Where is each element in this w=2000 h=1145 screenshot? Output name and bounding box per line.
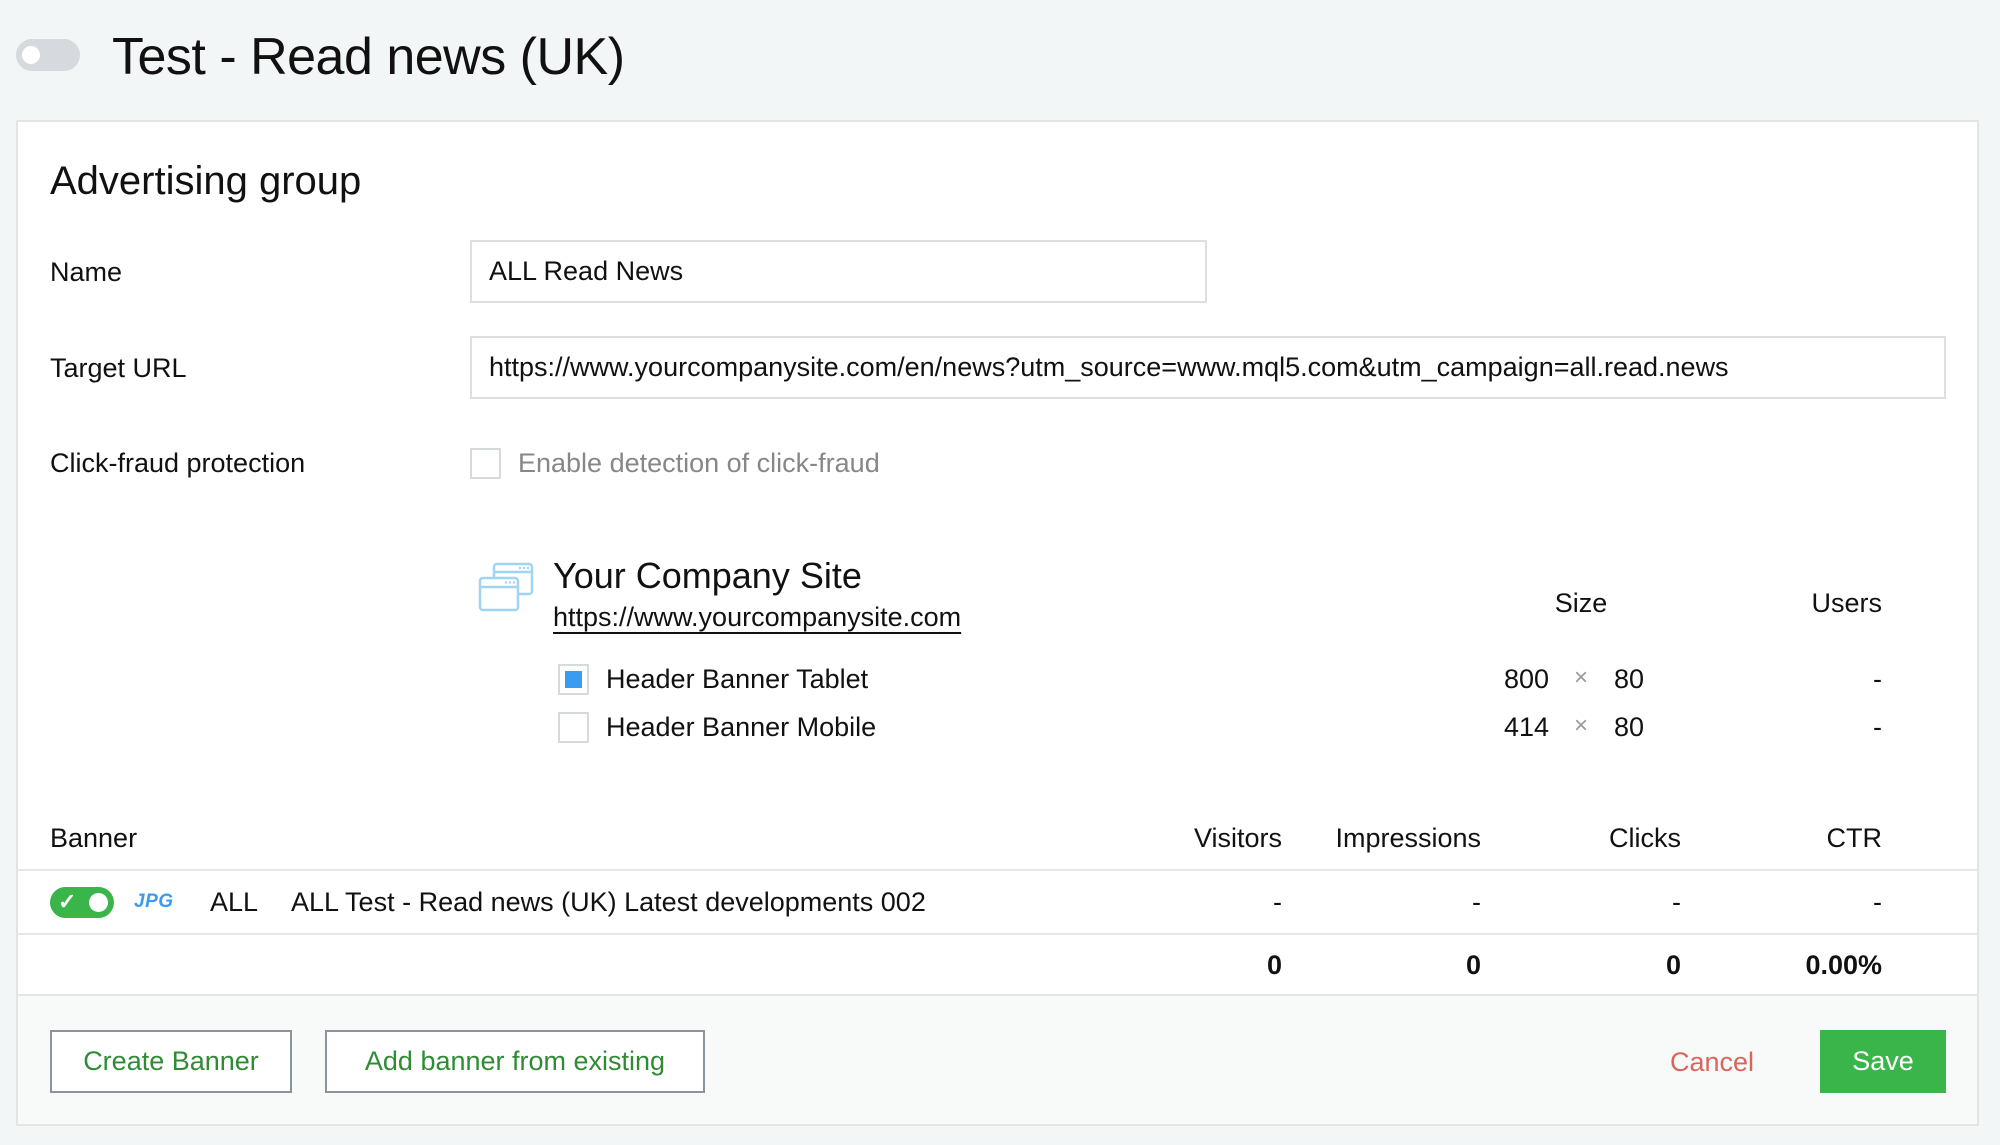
- banner-scope: ALL: [210, 887, 259, 917]
- visitors-column-header: Visitors: [1193, 823, 1282, 853]
- placement-height: 80: [1614, 664, 1645, 694]
- times-icon: ×: [1574, 712, 1589, 739]
- ctr-column-header: CTR: [1826, 823, 1883, 853]
- toggle-knob: [22, 46, 40, 64]
- campaign-toggle[interactable]: [16, 39, 80, 71]
- size-column-header: Size: [1554, 588, 1608, 618]
- placement-label: Header Banner Tablet: [606, 664, 869, 694]
- save-button[interactable]: Save: [1820, 1030, 1946, 1093]
- table-divider: [18, 869, 1977, 871]
- placement-checkbox-tablet[interactable]: [558, 664, 589, 695]
- check-icon: ✓: [58, 889, 77, 914]
- browser-windows-icon: [478, 562, 534, 612]
- click-fraud-checkbox-label[interactable]: Enable detection of click-fraud: [518, 446, 880, 480]
- banner-impressions: -: [1472, 887, 1481, 917]
- users-column-header: Users: [1811, 588, 1882, 618]
- clicks-column-header: Clicks: [1609, 823, 1681, 853]
- total-ctr: 0.00%: [1805, 950, 1882, 980]
- page-title: Test - Read news (UK): [112, 28, 625, 86]
- placement-width: 414: [1503, 712, 1549, 742]
- placement-users: -: [1873, 664, 1882, 694]
- section-title: Advertising group: [50, 159, 362, 203]
- name-input[interactable]: [470, 240, 1207, 303]
- total-clicks: 0: [1665, 950, 1681, 980]
- site-name: Your Company Site: [553, 555, 862, 596]
- add-banner-from-existing-button[interactable]: Add banner from existing: [325, 1030, 705, 1093]
- placement-users: -: [1873, 712, 1882, 742]
- click-fraud-label: Click-fraud protection: [50, 448, 306, 478]
- placement-checkbox-mobile[interactable]: [558, 712, 589, 743]
- banner-visitors: -: [1273, 887, 1282, 917]
- times-icon: ×: [1574, 664, 1589, 691]
- site-url-link[interactable]: https://www.yourcompanysite.com: [553, 600, 961, 634]
- impressions-column-header: Impressions: [1335, 823, 1481, 853]
- create-banner-button[interactable]: Create Banner: [50, 1030, 292, 1093]
- placement-width: 800: [1503, 664, 1549, 694]
- banner-enabled-toggle[interactable]: ✓: [50, 887, 114, 918]
- table-divider: [18, 933, 1977, 935]
- click-fraud-checkbox[interactable]: [470, 448, 501, 479]
- target-url-input[interactable]: [470, 336, 1946, 399]
- banner-ctr: -: [1873, 887, 1882, 917]
- total-visitors: 0: [1266, 950, 1282, 980]
- banner-column-header: Banner: [50, 823, 138, 853]
- jpg-format-icon: JPG: [134, 891, 174, 912]
- banner-name-link[interactable]: ALL Test - Read news (UK) Latest develop…: [291, 885, 926, 919]
- placement-height: 80: [1614, 712, 1645, 742]
- toggle-knob: [89, 893, 108, 912]
- name-label: Name: [50, 257, 123, 287]
- target-url-label: Target URL: [50, 353, 187, 383]
- placement-label: Header Banner Mobile: [606, 712, 877, 742]
- banner-clicks: -: [1672, 887, 1681, 917]
- cancel-button[interactable]: Cancel: [1670, 1045, 1754, 1079]
- total-impressions: 0: [1465, 950, 1481, 980]
